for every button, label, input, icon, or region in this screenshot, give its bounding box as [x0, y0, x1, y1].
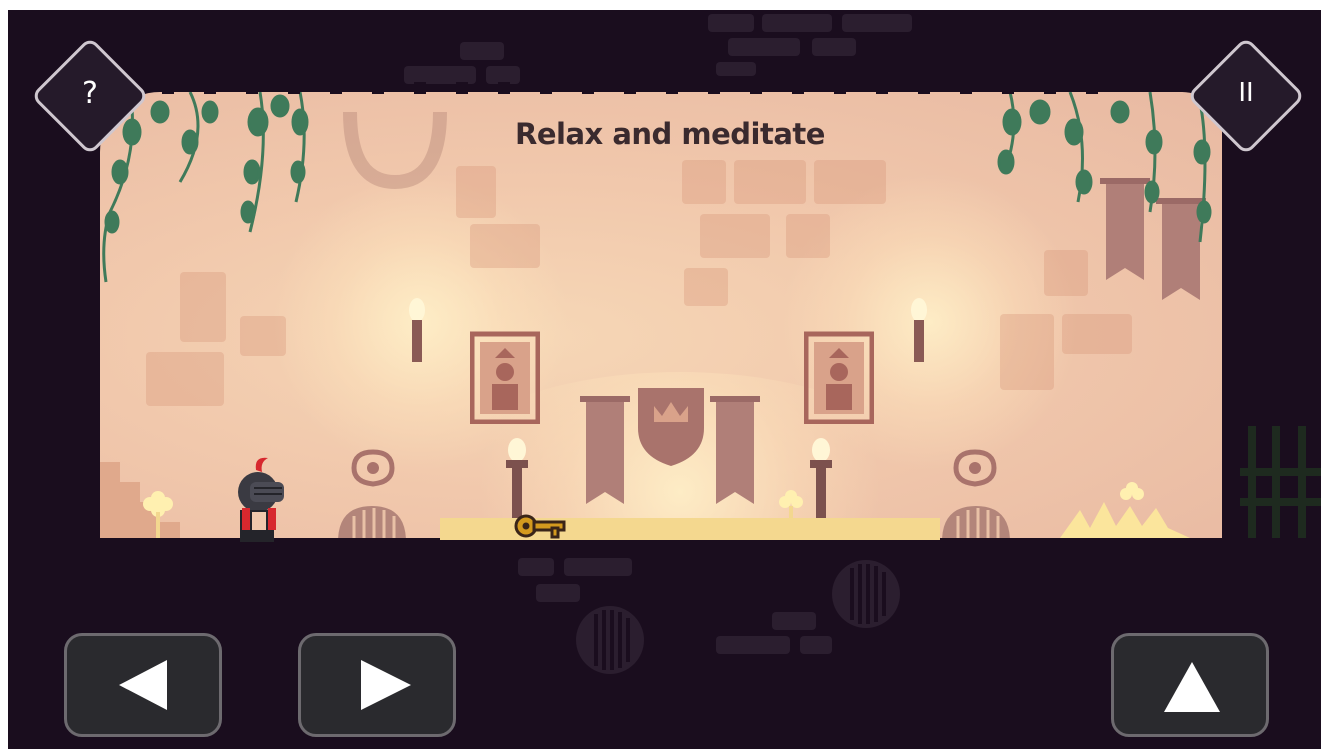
battlements-decor: [120, 82, 1240, 96]
drain-grate-decor: [832, 560, 900, 628]
royal-banners-decor: [580, 388, 760, 504]
torch-decor: [810, 438, 832, 522]
arrow-left-icon: [119, 660, 167, 710]
wall-crest-decor: [953, 449, 997, 487]
arrow-up-icon: [1164, 662, 1220, 712]
wall-grate-decor: [338, 506, 406, 538]
key-icon[interactable]: [514, 512, 568, 540]
portrait-frame-decor: [804, 331, 874, 424]
help-button[interactable]: ?: [30, 36, 150, 156]
vines-decor: [997, 92, 1212, 243]
drain-grate-decor: [576, 606, 644, 674]
torch-decor: [409, 298, 425, 362]
vines-decor: [102, 92, 309, 283]
portcullis-gate: [1240, 426, 1321, 538]
wall-grate-decor: [942, 506, 1010, 538]
portrait-frame-decor: [470, 331, 540, 424]
help-label: ?: [82, 76, 98, 111]
arrow-right-icon: [361, 660, 411, 710]
level-message: Relax and meditate: [515, 117, 825, 151]
jump-button[interactable]: [1111, 633, 1269, 737]
knight-player: [238, 457, 284, 542]
torch-decor: [911, 298, 927, 362]
pause-label: II: [1238, 78, 1254, 108]
flower-decor: [143, 491, 173, 538]
torch-decor: [506, 438, 528, 522]
grass-decor: [1060, 482, 1190, 538]
move-right-button[interactable]: [298, 633, 456, 737]
pause-button[interactable]: II: [1186, 36, 1306, 156]
wall-crest-decor: [351, 449, 395, 487]
move-left-button[interactable]: [64, 633, 222, 737]
